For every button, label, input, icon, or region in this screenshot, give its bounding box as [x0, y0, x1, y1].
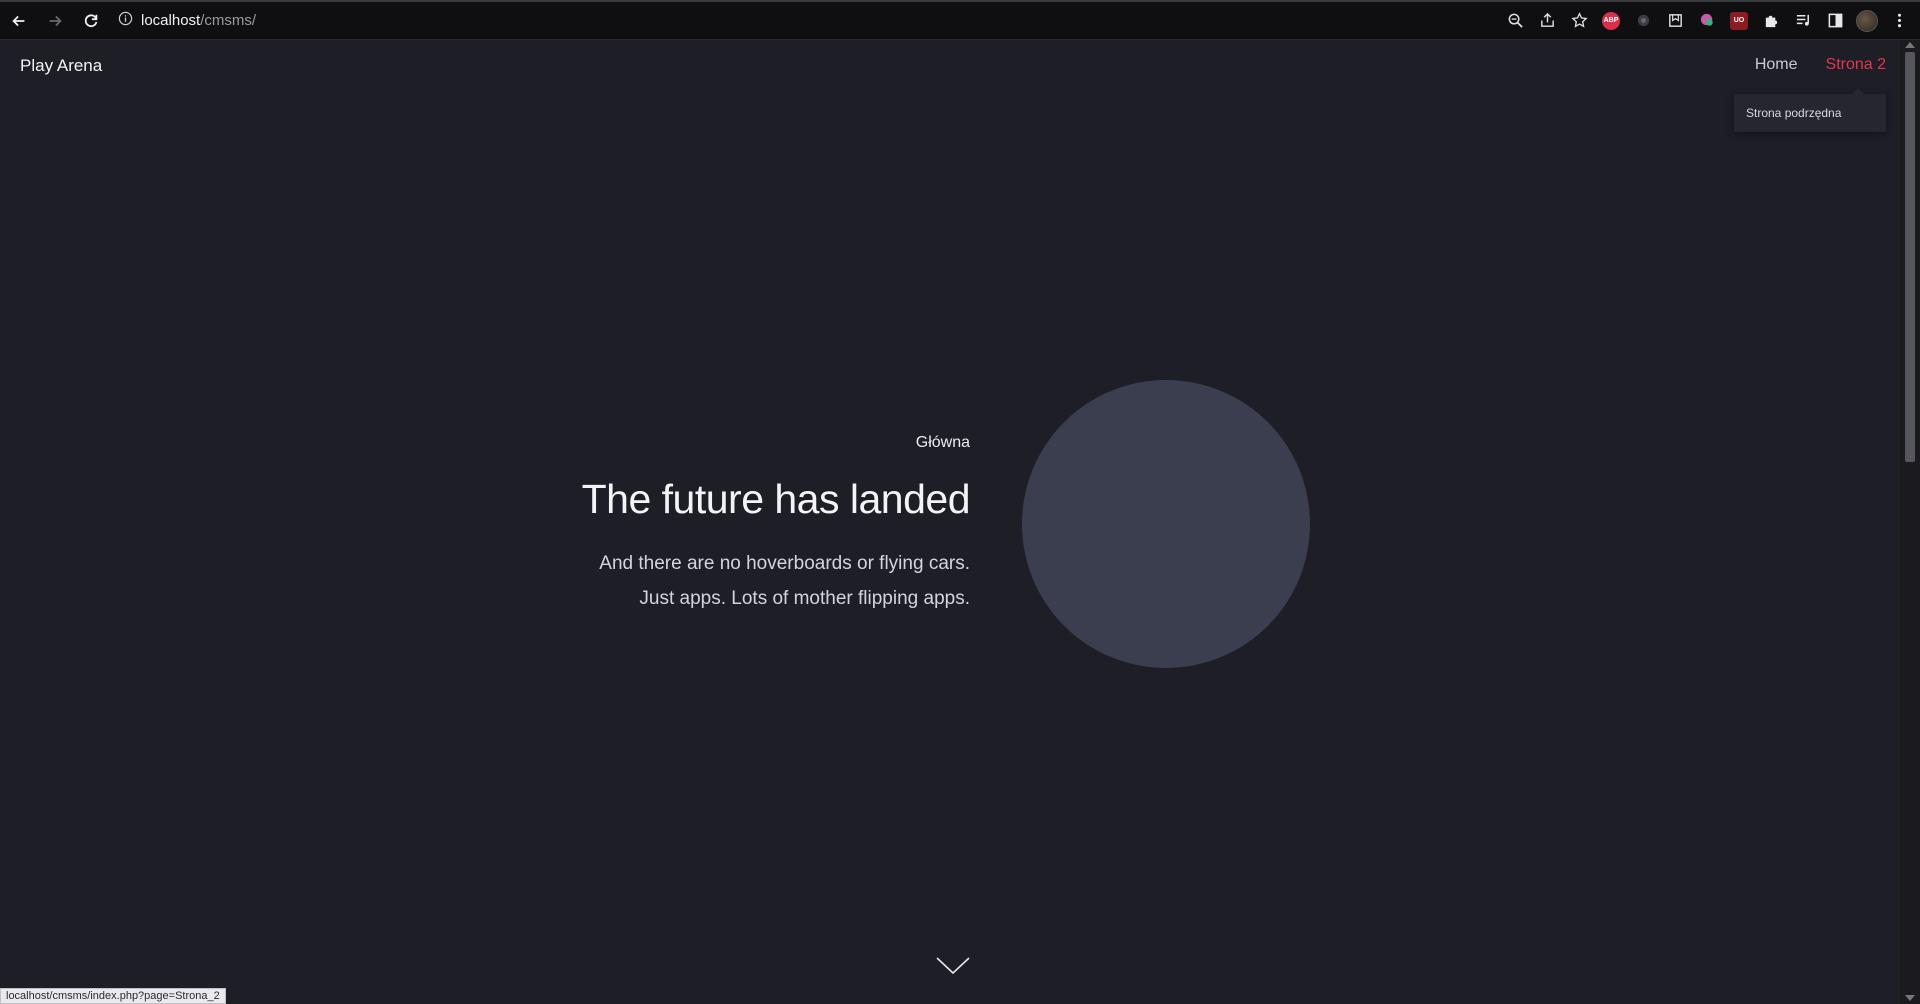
ublock-extension-button[interactable]: UO [1726, 8, 1752, 34]
scroll-down-button[interactable] [936, 956, 970, 976]
hero-circle [1022, 380, 1310, 668]
media-control-icon [1796, 14, 1809, 26]
color-picker-icon [1700, 13, 1713, 26]
scroll-down-arrow-icon[interactable] [1905, 995, 1915, 1001]
avatar [1856, 9, 1878, 32]
extensions-button[interactable] [1758, 8, 1784, 34]
color-extension-button[interactable] [1694, 8, 1720, 34]
page-viewport: Play Arena Home Strona 2 Strona podrzędn… [0, 40, 1900, 1004]
scroll-up-arrow-icon[interactable] [1905, 42, 1915, 48]
back-button[interactable] [2, 4, 36, 38]
status-bar-url: localhost/cmsms/index.php?page=Strona_2 [0, 988, 226, 1004]
hero-eyebrow: Główna [915, 434, 970, 451]
side-panel-icon [1828, 13, 1842, 28]
share-icon [1540, 12, 1554, 27]
forward-button[interactable] [38, 4, 72, 38]
info-icon[interactable] [118, 11, 133, 31]
reload-icon [84, 13, 98, 27]
reader-extension-button[interactable] [1662, 8, 1688, 34]
star-icon [1570, 12, 1588, 28]
kebab-menu-icon [1897, 13, 1901, 28]
extension-button[interactable] [1630, 8, 1656, 34]
profile-button[interactable] [1854, 8, 1880, 34]
nav-item-strona-2[interactable]: Strona 2 [1826, 56, 1886, 74]
scrollbar-thumb[interactable] [1905, 52, 1915, 462]
address-bar[interactable]: localhost/cmsms/ [118, 6, 1502, 36]
main-nav: Home Strona 2 [1755, 56, 1886, 74]
zoom-icon [1508, 13, 1523, 28]
browser-toolbar: localhost/cmsms/ ABP UO [0, 0, 1920, 39]
hero-subtitle: And there are no hoverboards or flying c… [599, 546, 970, 616]
share-button[interactable] [1534, 8, 1560, 34]
url-text: localhost/cmsms/ [141, 12, 256, 29]
scrollbar[interactable] [1900, 40, 1920, 1004]
url-path: /cmsms/ [200, 12, 257, 29]
reload-button[interactable] [74, 4, 108, 38]
nav-item-home[interactable]: Home [1755, 56, 1798, 74]
reader-icon [1668, 14, 1682, 27]
abp-extension-button[interactable]: ABP [1598, 8, 1624, 34]
side-panel-button[interactable] [1822, 8, 1848, 34]
gray-extension-icon [1637, 14, 1649, 27]
hero-subtitle-line-1: And there are no hoverboards or flying c… [599, 553, 970, 574]
arrow-right-icon [49, 15, 62, 26]
ublock-icon: UO [1730, 11, 1748, 30]
abp-icon: ABP [1602, 11, 1620, 30]
toolbar-icons: ABP UO [1502, 8, 1912, 34]
site-brand[interactable]: Play Arena [20, 56, 102, 76]
zoom-button[interactable] [1502, 8, 1528, 34]
hero-title: The future has landed [581, 476, 971, 522]
url-host: localhost [141, 12, 201, 29]
puzzle-icon [1765, 15, 1777, 28]
media-control-button[interactable] [1790, 8, 1816, 34]
hero-subtitle-line-2: Just apps. Lots of mother flipping apps. [639, 588, 970, 609]
dropdown-item-strona-podrzedna[interactable]: Strona podrzędna [1746, 106, 1841, 120]
browser-menu-button[interactable] [1886, 8, 1912, 34]
arrow-left-icon [12, 15, 25, 26]
chevron-down-icon [936, 957, 970, 975]
bookmark-button[interactable] [1566, 8, 1592, 34]
nav-dropdown: Strona podrzędna [1734, 88, 1886, 132]
